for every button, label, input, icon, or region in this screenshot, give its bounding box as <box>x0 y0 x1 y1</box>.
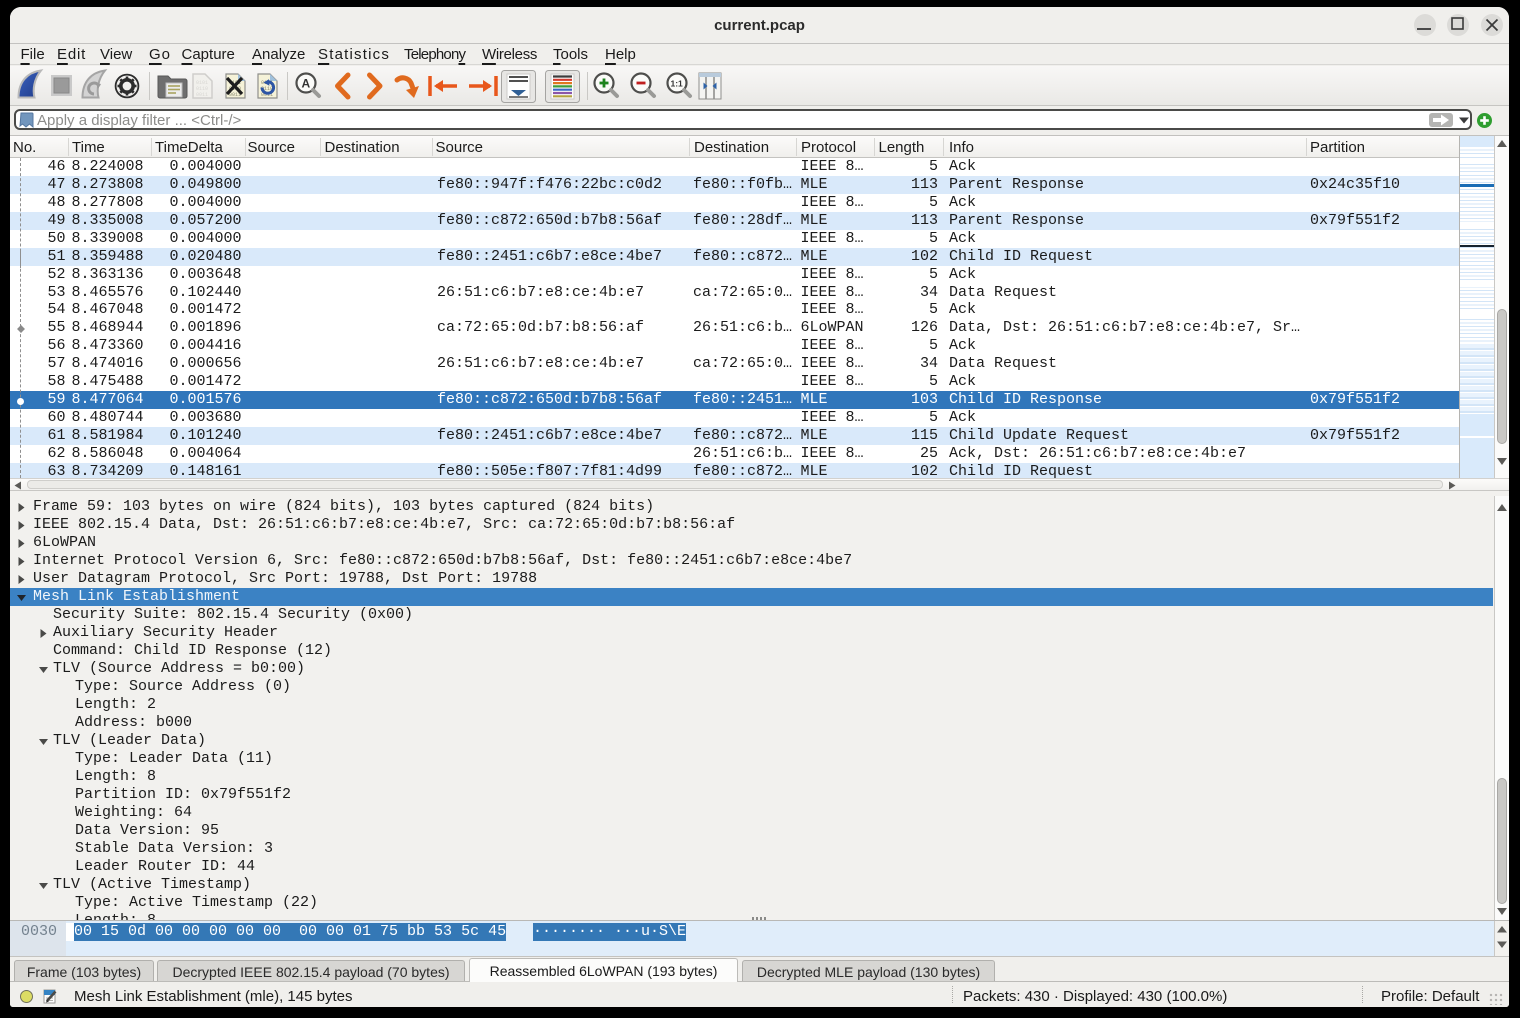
svg-text:0011: 0011 <box>196 92 208 98</box>
svg-text:A: A <box>302 77 311 91</box>
svg-text:1:1: 1:1 <box>671 79 684 89</box>
